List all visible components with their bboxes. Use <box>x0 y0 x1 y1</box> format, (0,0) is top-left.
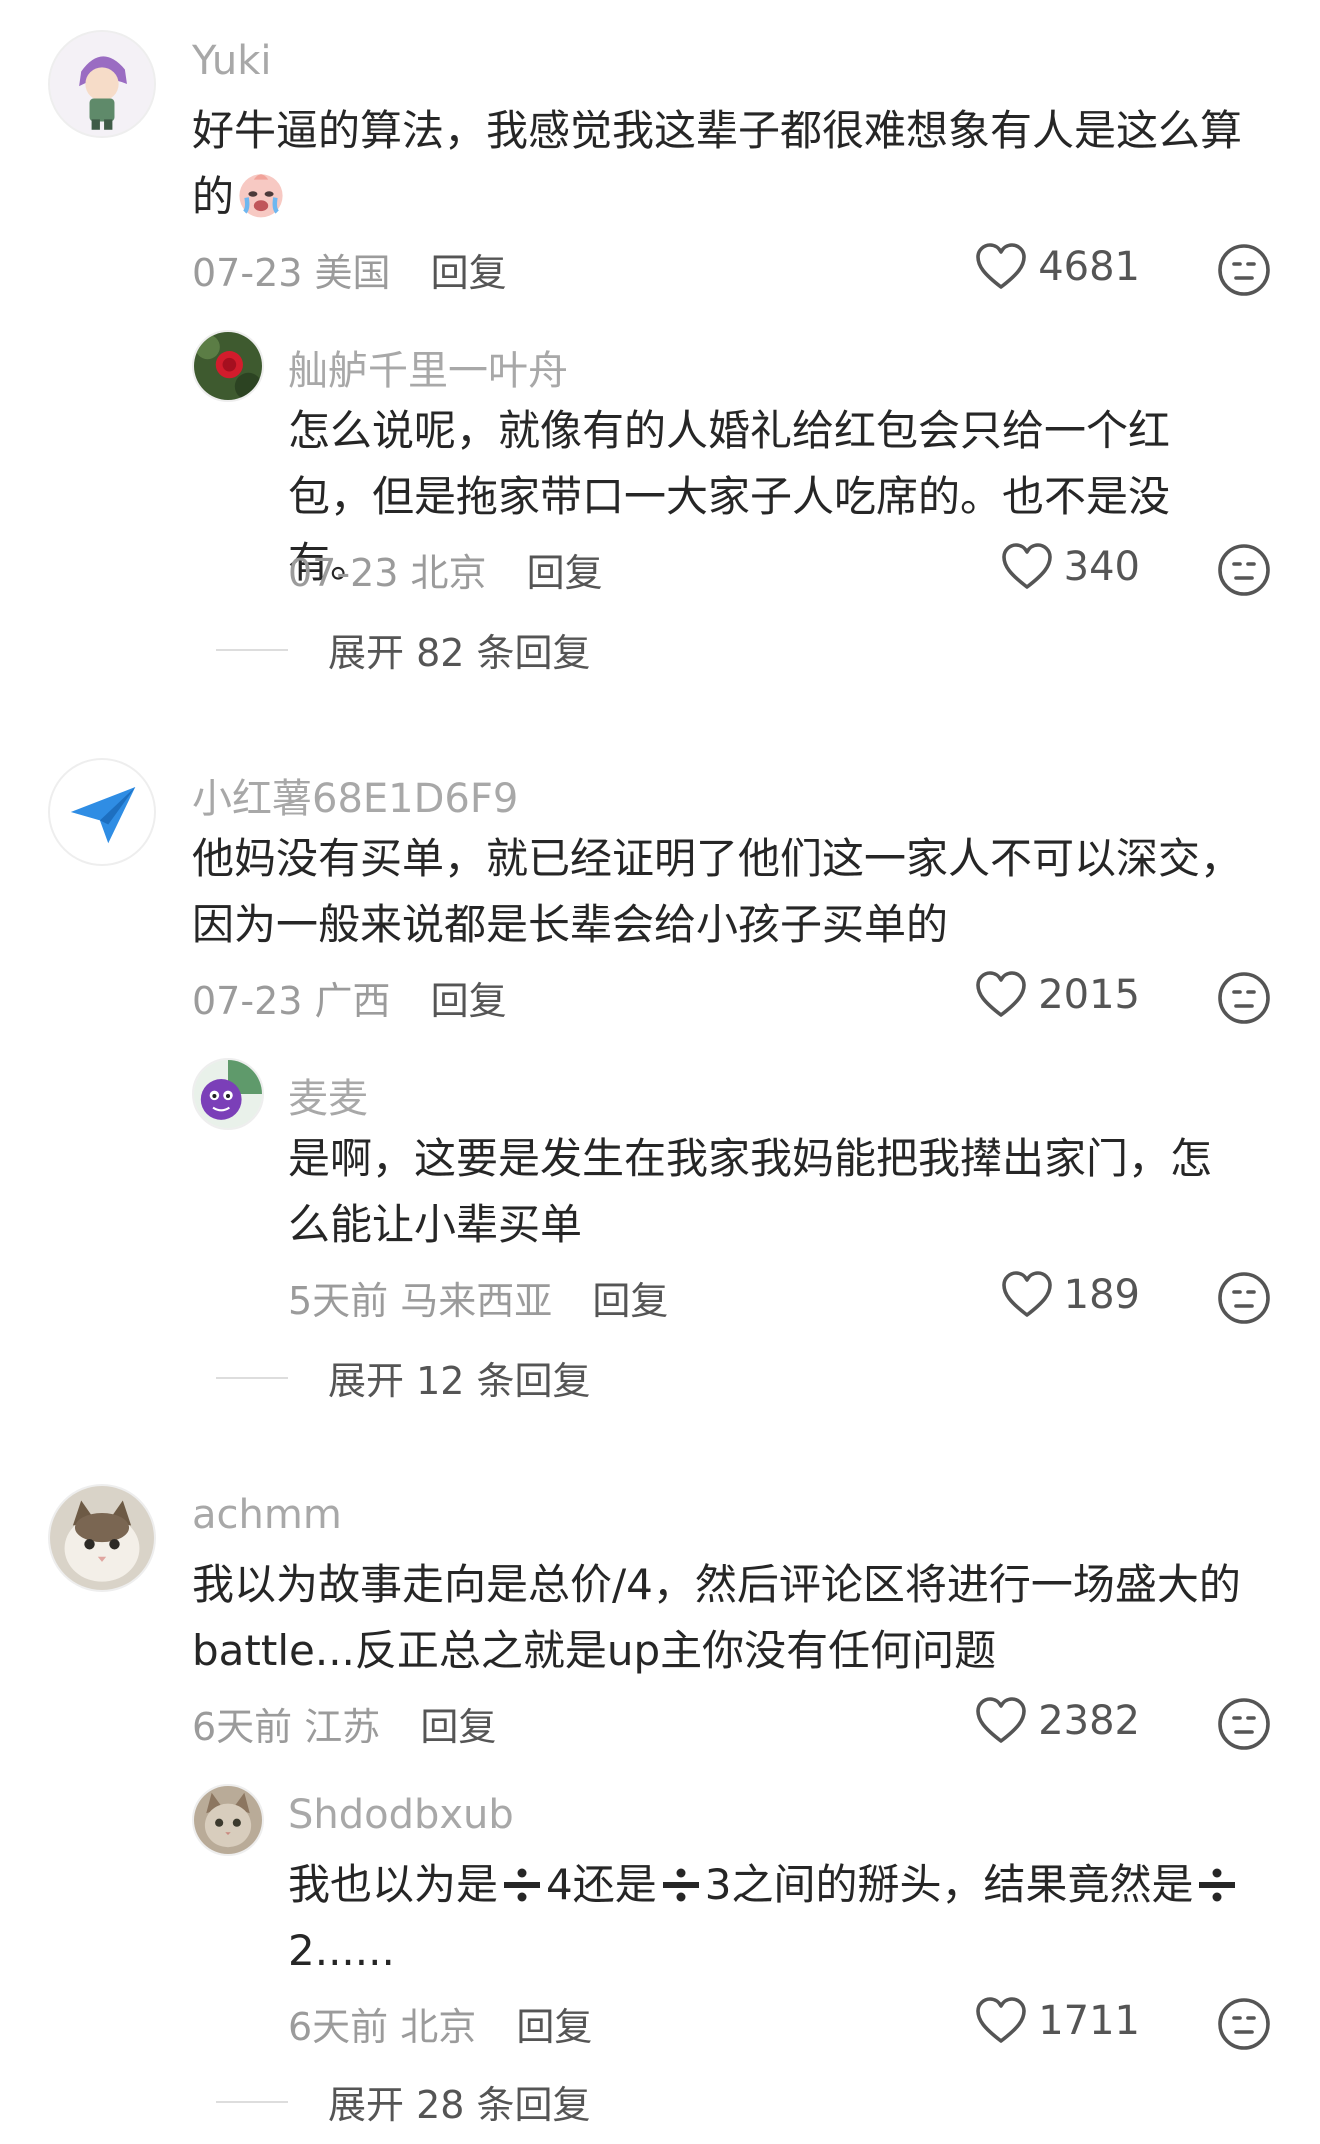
comment-location: 广西 <box>314 979 391 1023</box>
crying-face-emoji-icon <box>239 174 283 218</box>
reaction-button[interactable] <box>1216 1696 1272 1752</box>
heart-outline-icon <box>1001 1271 1052 1317</box>
reply-text: 是啊，这要是发生在我家我妈能把我撵出家门，怎么能让小辈买单 <box>288 1134 1213 1249</box>
like-count: 2015 <box>1038 972 1140 1018</box>
like-button[interactable]: 340 <box>1000 542 1140 592</box>
neutral-face-icon <box>1218 1272 1270 1324</box>
like-button[interactable]: 4681 <box>974 242 1140 292</box>
divider <box>216 1376 288 1379</box>
comment-date: 07-23 <box>192 251 303 295</box>
reply-button[interactable]: 回复 <box>420 1705 496 1749</box>
comment-location: 美国 <box>314 251 391 295</box>
anime-character-avatar-icon <box>50 32 154 136</box>
reaction-button[interactable] <box>1216 542 1272 598</box>
like-count: 2382 <box>1038 1698 1140 1744</box>
neutral-face-icon <box>1218 1998 1270 2050</box>
like-button[interactable]: 2382 <box>974 1696 1140 1746</box>
comment-date: 6天前 <box>192 1705 293 1749</box>
expand-replies-button[interactable]: 展开 82 条回复 <box>216 622 591 677</box>
reply-location: 北京 <box>400 2005 477 2049</box>
expand-replies-button[interactable]: 展开 12 条回复 <box>216 1350 591 1405</box>
comment-meta: 07-23 美国 回复 <box>192 242 507 297</box>
heart-outline-icon <box>1001 543 1052 589</box>
comment-text: 他妈没有买单，就已经证明了他们这一家人不可以深交，因为一般来说都是长辈会给小孩子… <box>192 834 1243 949</box>
like-count: 1711 <box>1038 1998 1140 2044</box>
neutral-face-icon <box>1218 972 1270 1024</box>
divider <box>216 2100 288 2103</box>
heart-outline-icon <box>976 1997 1027 2043</box>
reply-text: 我也以为是 4还是 3之间的掰头，结果竟然是2...... <box>288 1852 1248 1984</box>
reply-meta: 5天前 马来西亚 回复 <box>288 1270 668 1325</box>
reply-button[interactable]: 回复 <box>431 251 507 295</box>
reply-button[interactable]: 回复 <box>431 979 507 1023</box>
avatar[interactable] <box>48 1484 156 1592</box>
comment-username[interactable]: achmm <box>192 1492 342 1538</box>
avatar[interactable] <box>48 30 156 138</box>
neutral-face-icon <box>1218 244 1270 296</box>
reply-location: 马来西亚 <box>400 1279 553 1323</box>
like-count: 340 <box>1063 544 1140 590</box>
reply-button[interactable]: 回复 <box>527 551 603 595</box>
expand-replies-button[interactable]: 展开 28 条回复 <box>216 2074 591 2129</box>
neutral-face-icon <box>1218 1698 1270 1750</box>
comment-text: 好牛逼的算法，我感觉我这辈子都很难想象有人是这么算的 <box>192 106 1243 221</box>
reply-date: 5天前 <box>288 1279 389 1323</box>
cat-avatar-icon <box>50 1486 154 1590</box>
reply-username[interactable]: Shdodbxub <box>288 1792 514 1838</box>
expand-replies-label: 展开 12 条回复 <box>328 1359 591 1403</box>
divider <box>216 648 288 651</box>
expand-replies-label: 展开 82 条回复 <box>328 631 591 675</box>
comment-location: 江苏 <box>304 1705 381 1749</box>
reply-date: 6天前 <box>288 2005 389 2049</box>
reply-location: 北京 <box>410 551 487 595</box>
heart-outline-icon <box>976 971 1027 1017</box>
cat-photo-avatar-icon <box>194 1786 262 1854</box>
reply-button[interactable]: 回复 <box>592 1279 668 1323</box>
comment-meta: 07-23 广西 回复 <box>192 970 507 1025</box>
reply-button[interactable]: 回复 <box>516 2005 592 2049</box>
reply-username[interactable]: 麦麦 <box>288 1066 368 1124</box>
heart-outline-icon <box>976 243 1027 289</box>
paper-plane-avatar-icon <box>50 760 154 864</box>
reply-meta: 07-23 北京 回复 <box>288 542 603 597</box>
like-button[interactable]: 189 <box>1000 1270 1140 1320</box>
red-flower-avatar-icon <box>194 332 262 400</box>
expand-replies-label: 展开 28 条回复 <box>328 2083 591 2127</box>
purple-monster-avatar-icon <box>194 1060 262 1128</box>
comment-username[interactable]: 小红薯68E1D6F9 <box>192 766 518 824</box>
reaction-button[interactable] <box>1216 242 1272 298</box>
avatar[interactable] <box>48 758 156 866</box>
comment-text: 我以为故事走向是总价/4，然后评论区将进行一场盛大的battle...反正总之就… <box>192 1560 1241 1675</box>
reply-meta: 6天前 北京 回复 <box>288 1996 592 2051</box>
reply-date: 07-23 <box>288 551 399 595</box>
avatar[interactable] <box>192 1784 264 1856</box>
reply-username[interactable]: 舢舻千里一叶舟 <box>288 338 568 396</box>
comment-username[interactable]: Yuki <box>192 38 271 84</box>
like-count: 4681 <box>1038 244 1140 290</box>
heart-outline-icon <box>976 1697 1027 1743</box>
division-sign-icon <box>662 1868 699 1902</box>
comment-date: 07-23 <box>192 979 303 1023</box>
reaction-button[interactable] <box>1216 1996 1272 2052</box>
division-sign-icon <box>1199 1868 1236 1902</box>
like-button[interactable]: 2015 <box>974 970 1140 1020</box>
like-count: 189 <box>1063 1272 1140 1318</box>
avatar[interactable] <box>192 330 264 402</box>
reaction-button[interactable] <box>1216 970 1272 1026</box>
avatar[interactable] <box>192 1058 264 1130</box>
reaction-button[interactable] <box>1216 1270 1272 1326</box>
neutral-face-icon <box>1218 544 1270 596</box>
comment-meta: 6天前 江苏 回复 <box>192 1696 496 1751</box>
division-sign-icon <box>504 1868 541 1902</box>
like-button[interactable]: 1711 <box>974 1996 1140 2046</box>
